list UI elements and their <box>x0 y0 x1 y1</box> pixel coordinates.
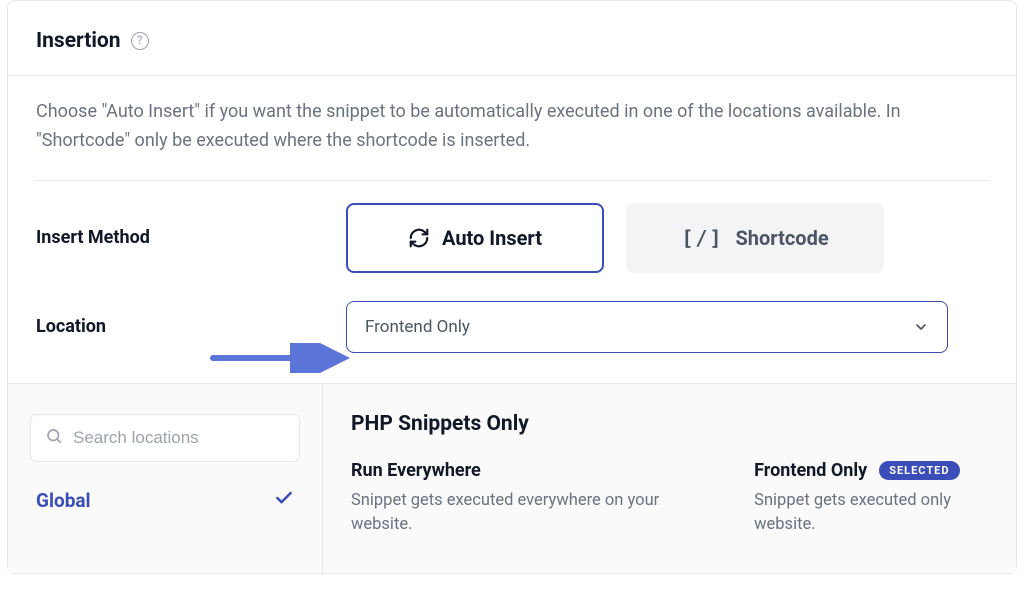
option-desc: Snippet gets executed only website. <box>754 489 988 539</box>
location-select[interactable]: Frontend Only <box>346 301 948 353</box>
chevron-down-icon <box>913 319 929 335</box>
search-icon <box>45 427 63 449</box>
location-selected-value: Frontend Only <box>365 317 470 337</box>
shortcode-label: Shortcode <box>735 226 828 250</box>
insert-method-label: Insert Method <box>36 227 346 248</box>
selected-badge: SELECTED <box>879 461 959 480</box>
option-title: Run Everywhere <box>351 460 481 481</box>
refresh-icon <box>408 227 430 249</box>
option-desc: Snippet gets executed everywhere on your… <box>351 489 684 539</box>
auto-insert-button[interactable]: Auto Insert <box>346 203 604 273</box>
section-title: Insertion <box>36 29 121 53</box>
option-frontend-only[interactable]: Frontend Only SELECTED Snippet gets exec… <box>754 460 988 539</box>
panel-section-title: PHP Snippets Only <box>351 412 988 436</box>
category-global[interactable]: Global <box>30 488 300 513</box>
search-locations-input[interactable] <box>73 428 285 448</box>
option-run-everywhere[interactable]: Run Everywhere Snippet gets executed eve… <box>351 460 684 539</box>
auto-insert-label: Auto Insert <box>442 226 542 250</box>
intro-text: Choose "Auto Insert" if you want the sni… <box>8 76 1016 180</box>
help-icon[interactable]: ? <box>131 32 149 50</box>
check-icon <box>274 488 294 513</box>
search-locations-input-wrapper[interactable] <box>30 414 300 462</box>
category-label: Global <box>36 489 91 512</box>
shortcode-button[interactable]: [/] Shortcode <box>626 203 884 273</box>
option-title: Frontend Only <box>754 460 867 481</box>
location-label: Location <box>36 316 346 337</box>
shortcode-icon: [/] <box>681 226 723 250</box>
